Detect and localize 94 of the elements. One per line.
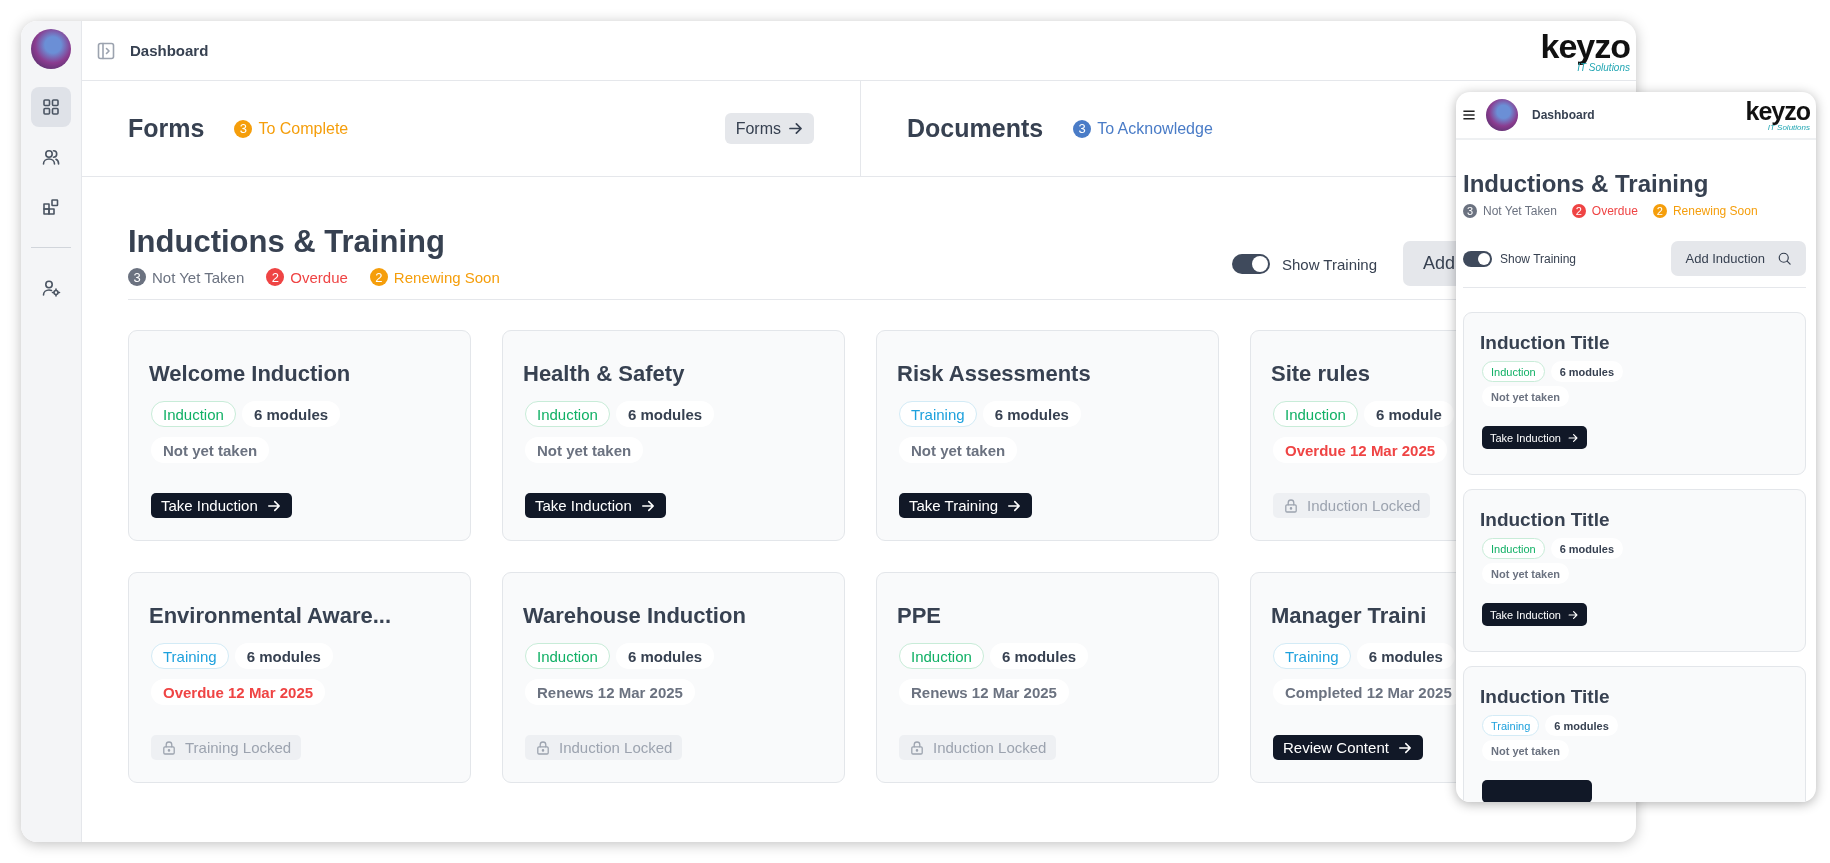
lock-icon xyxy=(1283,497,1299,514)
lock-icon xyxy=(535,739,551,756)
status-text: Not yet taken xyxy=(151,437,270,463)
count-badge: 2 xyxy=(266,268,285,286)
count-badge: 3 xyxy=(1073,119,1092,138)
action-button[interactable]: Take Induction xyxy=(525,493,666,518)
stat-label: Overdue xyxy=(1591,204,1638,218)
modules-count: 6 modules xyxy=(1356,643,1455,669)
type-tag: Induction xyxy=(525,643,610,669)
count-badge: 2 xyxy=(1571,204,1586,218)
stat-label: Not Yet Taken xyxy=(1483,204,1557,218)
forms-button[interactable]: Forms xyxy=(724,113,814,144)
card-title: Environmental Aware... xyxy=(149,603,392,629)
logo-tagline: IT Solutions xyxy=(1577,62,1630,73)
toggle-label: Show Training xyxy=(1500,251,1577,266)
card-title: Warehouse Induction xyxy=(523,603,746,629)
stat-label: To Complete xyxy=(258,119,349,138)
toggle-switch[interactable] xyxy=(1231,254,1270,274)
modules-count: 6 modules xyxy=(1550,538,1624,559)
page-title: Dashboard xyxy=(1532,108,1595,122)
page-title: Dashboard xyxy=(130,42,209,59)
count-badge: 2 xyxy=(369,268,388,286)
type-tag: Training xyxy=(151,643,229,669)
arrow-icon xyxy=(787,120,804,137)
card-title: Risk Assessments xyxy=(897,361,1091,387)
modules-count: 6 modules xyxy=(1550,361,1624,382)
arrow-icon xyxy=(1566,608,1579,621)
action-button[interactable]: Review Content xyxy=(1273,735,1423,760)
card-title: Manager Traini xyxy=(1271,603,1427,629)
status-text: Not yet taken xyxy=(899,437,1018,463)
stat-label: Overdue xyxy=(290,268,348,286)
menu-icon[interactable] xyxy=(1462,108,1476,122)
search-icon xyxy=(1777,251,1792,266)
modules-count: 6 modules xyxy=(989,643,1089,669)
action-button[interactable]: Take Induction xyxy=(151,493,292,518)
modules-count: 6 modules xyxy=(615,643,715,669)
status-text: Renews 12 Mar 2025 xyxy=(525,679,695,705)
avatar[interactable] xyxy=(1486,99,1518,131)
type-tag: Training xyxy=(899,401,977,427)
stat-label: Not Yet Taken xyxy=(152,268,245,286)
lock-icon xyxy=(909,739,925,756)
section-heading: Inductions & Training xyxy=(1463,170,1710,198)
action-button[interactable]: Take Induction xyxy=(1482,603,1587,626)
status-text: Overdue 12 Mar 2025 xyxy=(151,679,326,705)
add-button[interactable]: Add xyxy=(1403,241,1456,286)
status-text: Not yet taken xyxy=(1482,563,1570,584)
card-title: Induction Title xyxy=(1480,509,1610,531)
card-title: Welcome Induction xyxy=(149,361,351,387)
section-heading: Inductions & Training xyxy=(128,224,446,260)
grid-icon[interactable] xyxy=(31,87,71,127)
status-text: Not yet taken xyxy=(1482,740,1570,761)
card-title: Health & Safety xyxy=(523,361,685,387)
modules-count: 6 modules xyxy=(982,401,1081,427)
section-title: Documents xyxy=(907,114,1044,143)
modules-count: 6 modules xyxy=(1545,715,1618,736)
type-tag: Training xyxy=(1273,643,1351,669)
toggle-switch[interactable] xyxy=(1463,250,1492,267)
type-tag: Induction xyxy=(151,401,236,427)
modules-count: 6 modules xyxy=(234,643,333,669)
sidebar-toggle-icon[interactable] xyxy=(96,40,116,61)
action-button[interactable]: Take Induction xyxy=(1482,426,1587,449)
lock-icon xyxy=(161,739,177,756)
add-induction-button[interactable]: Add Induction xyxy=(1671,241,1806,276)
type-tag: Induction xyxy=(899,643,984,669)
count-badge: 3 xyxy=(234,119,253,138)
type-tag: Training xyxy=(1482,715,1540,736)
card-title: Induction Title xyxy=(1480,686,1610,708)
stat-label: Renewing Soon xyxy=(1672,204,1758,218)
card-title: PPE xyxy=(897,603,942,629)
modules-count: 6 modules xyxy=(241,401,341,427)
logo-wordmark: keyzo xyxy=(1540,28,1630,63)
toggle-label: Show Training xyxy=(1281,255,1377,273)
status-text: Overdue 12 Mar 2025 xyxy=(1273,437,1448,463)
card-title: Induction Title xyxy=(1480,332,1610,354)
logo-wordmark: keyzo xyxy=(1745,98,1810,124)
card-title: Site rules xyxy=(1271,361,1371,387)
status-text: Not yet taken xyxy=(525,437,644,463)
count-badge: 3 xyxy=(1463,204,1477,218)
arrow-icon xyxy=(1566,431,1579,444)
type-tag: Induction xyxy=(1482,538,1545,559)
modules-count: 6 module xyxy=(1363,401,1454,427)
type-tag: Induction xyxy=(1273,401,1358,427)
count-badge: 2 xyxy=(1652,204,1667,218)
status-text: Not yet taken xyxy=(1482,386,1570,407)
stat-label: To Acknowledge xyxy=(1097,119,1213,138)
type-tag: Induction xyxy=(525,401,610,427)
modules-count: 6 modules xyxy=(615,401,715,427)
status-text: Renews 12 Mar 2025 xyxy=(899,679,1069,705)
stat-label: Renewing Soon xyxy=(393,268,500,286)
action-button[interactable]: Take Training xyxy=(899,493,1033,518)
avatar[interactable] xyxy=(31,29,71,69)
type-tag: Induction xyxy=(1482,361,1545,382)
section-title: Forms xyxy=(128,114,205,143)
count-badge: 3 xyxy=(128,268,146,286)
